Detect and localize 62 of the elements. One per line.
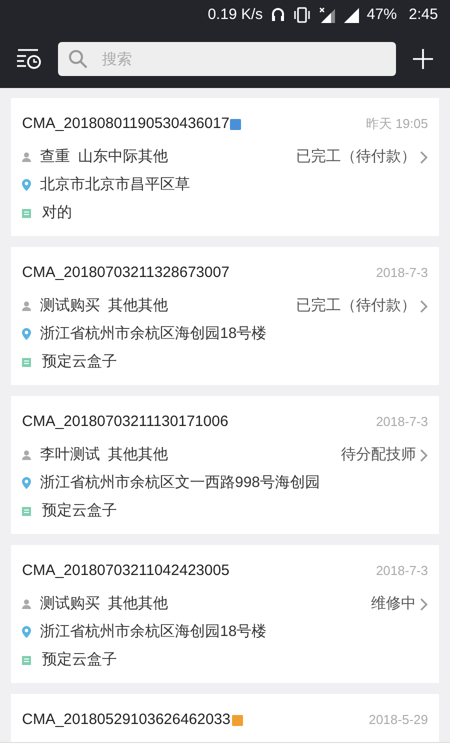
person-icon: [22, 301, 31, 311]
person-icon: [22, 152, 31, 162]
order-note: 预定云盒子: [42, 500, 117, 521]
location-pin-icon: [22, 477, 31, 489]
note-icon: [22, 656, 31, 664]
location-pin-icon: [22, 328, 31, 340]
address: 北京市北京市昌平区草: [40, 174, 190, 195]
customer-name: 测试购买: [40, 594, 100, 614]
order-card[interactable]: CMA_20180801190530436017 昨天 19:05 查重 山东中际其他 已完工（待付款） 北京市北京市昌平区草 对的: [11, 98, 439, 236]
order-note: 对的: [42, 202, 72, 223]
order-id: CMA_20180801190530436017: [22, 114, 230, 134]
service-category: 山东中际其他: [78, 146, 168, 167]
service-category: 其他其他: [108, 296, 168, 316]
order-note: 预定云盒子: [42, 352, 117, 372]
order-time: 昨天 19:05: [366, 115, 428, 134]
order-status: 维修中: [371, 594, 416, 614]
location-pin-icon: [22, 626, 31, 638]
chevron-right-icon[interactable]: [420, 598, 428, 610]
service-category: 其他其他: [108, 594, 168, 614]
person-icon: [22, 450, 31, 460]
order-status: 已完工（待付款）: [296, 146, 416, 167]
order-id: CMA_20180703211042423005: [22, 560, 230, 581]
signal-icon: [318, 7, 335, 23]
note-icon: [22, 358, 31, 366]
order-id: CMA_20180703211328673007: [22, 262, 230, 283]
chevron-right-icon[interactable]: [420, 150, 428, 164]
customer-name: 测试购买: [40, 296, 100, 316]
order-note: 预定云盒子: [42, 650, 117, 670]
history-icon[interactable]: [16, 48, 42, 70]
address: 浙江省杭州市余杭区海创园18号楼: [40, 324, 267, 344]
note-icon: [22, 506, 31, 516]
order-status: 已完工（待付款）: [296, 296, 416, 316]
order-id: CMA_20180703211130171006: [22, 412, 228, 432]
battery-level: 47%: [366, 4, 397, 25]
order-card[interactable]: CMA_20180703211130171006 2018-7-3 李叶测试 其他其他 待分配技师 浙江省杭州市余杭区文一西路998号海创园 预定云盒子: [11, 396, 439, 534]
service-category: 其他其他: [108, 444, 168, 465]
vibrate-icon: [292, 7, 311, 23]
chevron-right-icon[interactable]: [420, 300, 428, 312]
order-time: 2018-7-3: [376, 264, 428, 282]
address: 浙江省杭州市余杭区海创园18号楼: [40, 622, 267, 642]
order-card[interactable]: CMA_20180703211042423005 2018-7-3 测试购买 其他其他 维修中 浙江省杭州市余杭区海创园18号楼 预定云盒子: [11, 545, 439, 683]
order-time: 2018-5-29: [368, 711, 428, 730]
order-card[interactable]: CMA_20180703211328673007 2018-7-3 测试购买 其他其他 已完工（待付款） 浙江省杭州市余杭区海创园18号楼 预定云盒子: [11, 247, 439, 385]
customer-name: 李叶测试: [40, 444, 100, 465]
search-icon: [68, 49, 88, 69]
order-time: 2018-7-3: [376, 413, 428, 432]
order-id: CMA_20180529103626462033: [22, 710, 231, 730]
address: 浙江省杭州市余杭区文一西路998号海创园: [40, 472, 320, 493]
chevron-right-icon[interactable]: [420, 448, 428, 462]
network-speed: 0.19 K/s: [208, 4, 263, 25]
clock: 2:45: [408, 4, 438, 25]
add-icon[interactable]: [412, 48, 434, 70]
customer-name: 查重: [40, 146, 70, 167]
order-time: 2018-7-3: [376, 562, 428, 580]
headphones-icon: [270, 7, 285, 23]
order-status: 待分配技师: [341, 444, 416, 465]
note-icon: [22, 208, 31, 218]
signal-icon: [342, 7, 359, 23]
location-pin-icon: [22, 179, 31, 191]
search-field[interactable]: 搜索: [58, 42, 396, 76]
person-icon: [22, 599, 31, 609]
order-card[interactable]: CMA_20180529103626462033 2018-5-29: [11, 694, 439, 742]
